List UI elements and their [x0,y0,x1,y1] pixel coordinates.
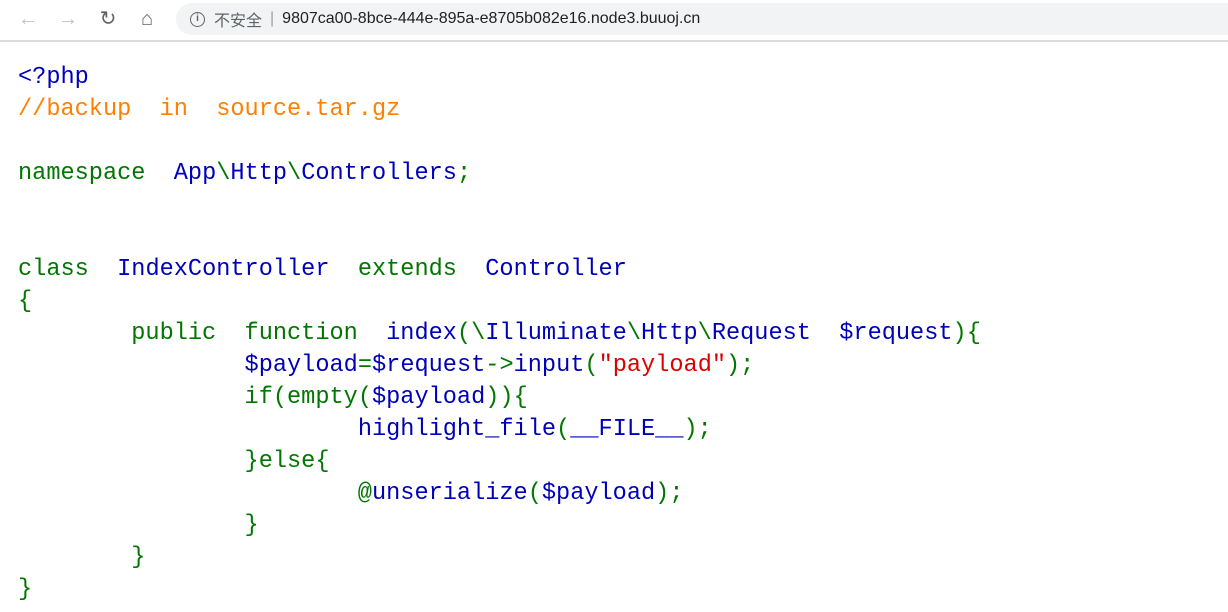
code-token-comment: //backup in source.tar.gz [18,96,401,123]
code-token-keyword: ( [357,384,372,411]
code-token-default: unserialize [371,480,528,507]
code-token-keyword: -> [485,352,514,379]
code-token-default: $request [372,352,486,379]
code-token-keyword: { [18,288,33,315]
code-token-keyword: } [18,512,259,539]
code-line: } [18,574,981,606]
code-token-keyword: ( [556,416,571,443]
code-token-keyword: @ [18,480,372,507]
code-token-keyword: ( [584,352,599,379]
code-token-default: IndexController [117,256,358,283]
code-token-keyword: (\ [456,320,486,347]
code-token-default: Controllers [301,160,457,187]
code-line: $payload=$request->input("payload"); [18,350,981,382]
code-line: } [18,510,981,542]
code-token-keyword: \ [216,160,231,187]
security-label[interactable]: 不安全 [214,7,262,31]
browser-toolbar: ← → ↻ ⌂ i 不安全 | 9807ca00-8bce-444e-895a-… [0,0,1228,42]
code-line: <?php [18,62,981,94]
code-token-keyword: } [18,576,33,603]
code-line: class IndexController extends Controller [18,254,981,286]
code-token-keyword: public function [18,320,387,347]
code-line: //backup in source.tar.gz [18,94,981,126]
code-token-keyword [18,352,245,379]
code-line: namespace App\Http\Controllers; [18,158,981,190]
code-token-default: Http [641,320,698,347]
forward-arrow-icon[interactable]: → [54,6,82,32]
code-line: } [18,542,981,574]
code-token-default: Request $request [711,320,953,347]
reload-icon[interactable]: ↻ [94,6,122,32]
code-token-default: Illuminate [485,320,627,347]
code-token-default: $payload [371,384,486,411]
code-token-keyword: extends [357,256,486,283]
code-token-keyword: ); [655,480,684,507]
code-token-keyword: } [18,544,146,571]
code-token-keyword: ; [456,160,472,187]
code-token-keyword: ); [726,352,755,379]
code-token-keyword: \ [626,320,642,347]
code-token-keyword: \ [287,160,302,187]
code-token-keyword [18,416,358,443]
code-token-keyword: ){ [952,320,981,347]
code-token-default: $payload [541,480,656,507]
code-line: }else{ [18,446,981,478]
code-token-default: __FILE__ [570,416,684,443]
code-line: @unserialize($payload); [18,478,981,510]
code-token-default: <?php [18,64,89,91]
code-token-keyword: }else{ [18,448,330,475]
code-token-default: $payload [244,352,358,379]
highlighted-php-source: <?php //backup in source.tar.gz namespace … [18,62,981,606]
code-token-keyword: empty [287,384,358,411]
code-token-default: index [386,320,457,347]
url-text[interactable]: 9807ca00-8bce-444e-895a-e8705b082e16.nod… [282,10,700,28]
code-line: highlight_file(__FILE__); [18,414,981,446]
code-line: public function index(\Illuminate\Http\R… [18,318,981,350]
code-token-default: input [513,352,585,379]
code-token-keyword: ( [527,480,542,507]
code-token-keyword: )){ [485,384,528,411]
info-icon[interactable]: i [190,11,205,27]
address-bar[interactable]: i 不安全 | 9807ca00-8bce-444e-895a-e8705b08… [176,3,1228,35]
code-token-default: highlight_file [357,416,557,443]
code-token-keyword: = [357,352,372,379]
code-token-keyword: if( [18,384,288,411]
home-icon[interactable]: ⌂ [133,6,161,32]
separator: | [270,10,275,27]
code-token-default: Controller [485,256,627,283]
code-token-keyword: class [18,256,118,283]
code-token-keyword: ); [683,416,712,443]
code-token-string: "payload" [598,352,727,379]
code-line: if(empty($payload)){ [18,382,981,414]
code-token-default: App [173,160,217,187]
code-token-keyword: \ [697,320,712,347]
code-token-keyword: namespace [18,160,174,187]
back-arrow-icon[interactable]: ← [14,6,42,32]
code-token-default: Http [230,160,288,187]
code-line: { [18,286,981,318]
